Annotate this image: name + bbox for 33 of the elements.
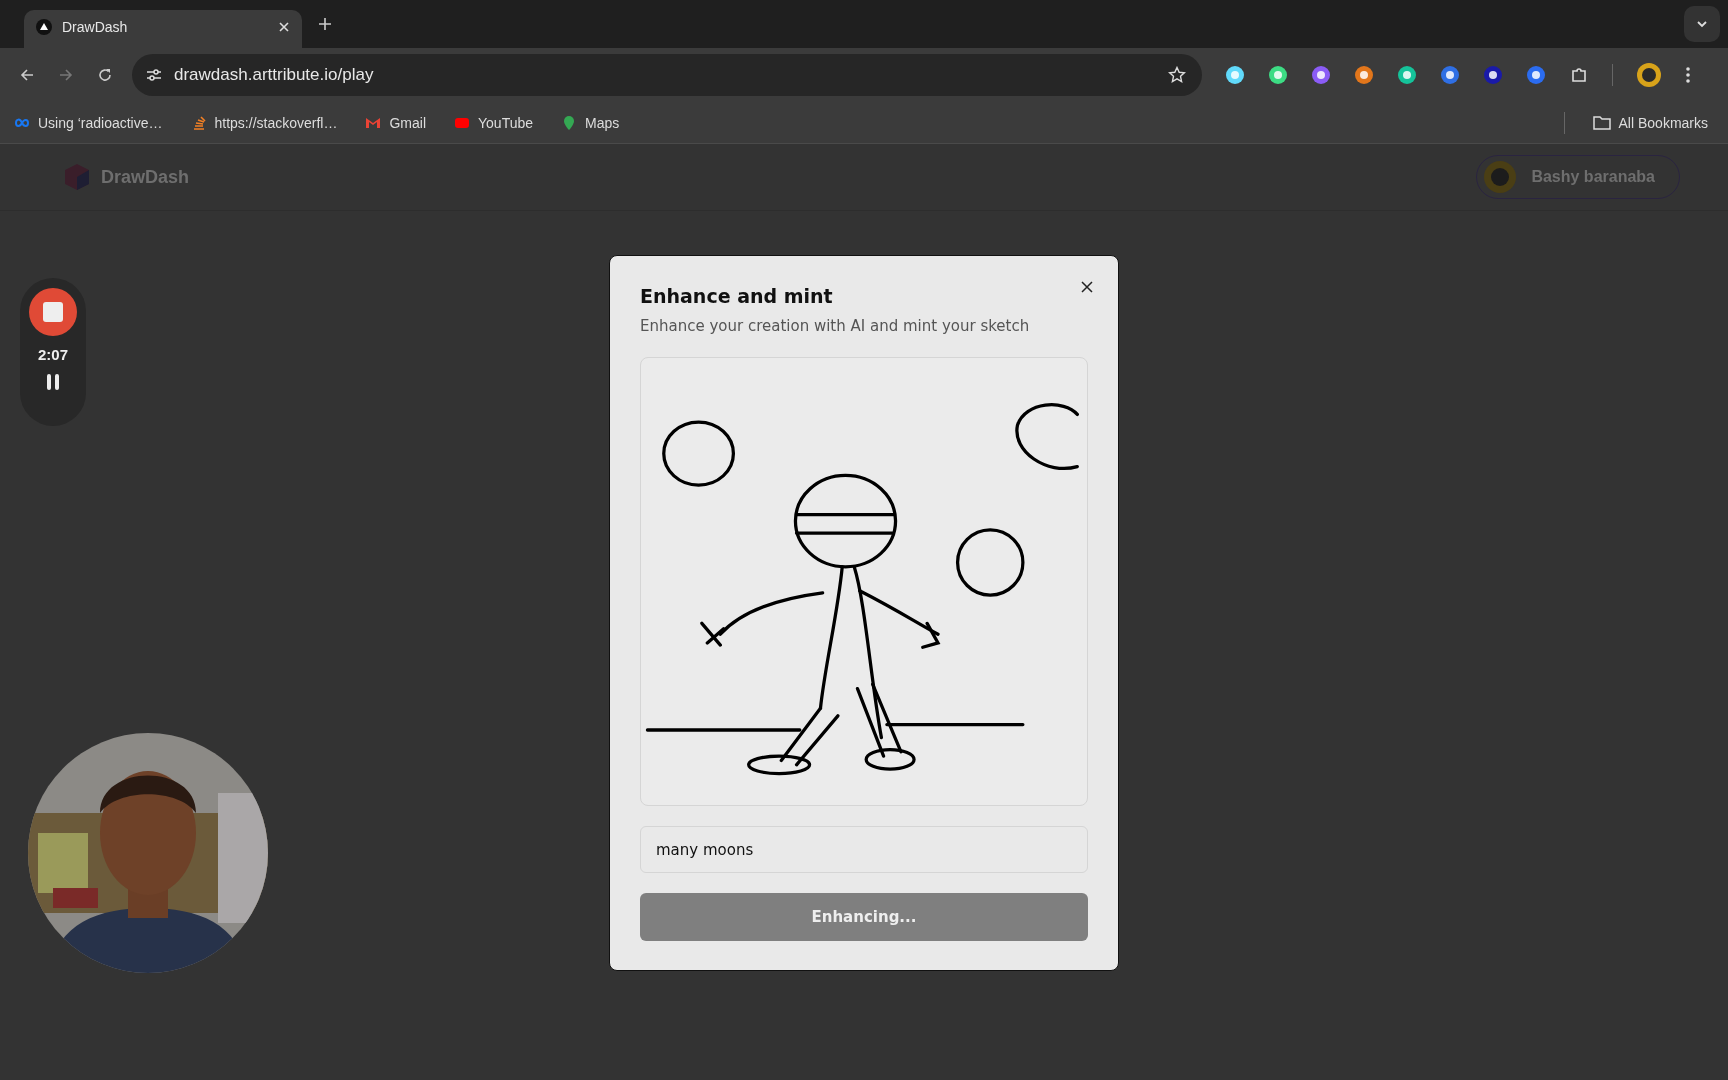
all-bookmarks-button[interactable]: All Bookmarks: [1592, 114, 1708, 131]
reload-icon[interactable]: [97, 67, 113, 83]
star-icon[interactable]: [1168, 66, 1186, 84]
back-icon[interactable]: [19, 67, 35, 83]
bookmark[interactable]: Gmail: [365, 114, 426, 131]
puzzle-icon[interactable]: [1569, 65, 1589, 85]
pin-icon: [561, 114, 577, 131]
cube-icon: [63, 163, 91, 191]
sliders-icon[interactable]: [146, 68, 162, 82]
close-icon[interactable]: [1080, 280, 1094, 294]
bookmark[interactable]: Maps: [561, 114, 620, 131]
prompt-field[interactable]: many moons: [640, 826, 1088, 874]
folder-icon: [1592, 115, 1611, 130]
target-icon[interactable]: [1526, 65, 1546, 85]
menu-icon[interactable]: [1685, 66, 1691, 84]
timer: 2:07: [38, 346, 68, 363]
avatar-icon[interactable]: [1636, 62, 1662, 88]
url-text: drawdash.arttribute.io/play: [174, 65, 374, 85]
tab-title: DrawDash: [62, 19, 129, 35]
chevron-icon: [1696, 20, 1708, 28]
bookmark[interactable]: https://stackoverfl…: [190, 114, 338, 131]
dialog-title: Enhance and mint: [640, 285, 834, 307]
bookmark[interactable]: Using ‘radioactive…: [14, 114, 163, 131]
pause-icon[interactable]: [45, 373, 61, 391]
plus-icon[interactable]: [318, 17, 332, 31]
address-bar[interactable]: drawdash.arttribute.io/play: [132, 54, 1202, 96]
bookmark[interactable]: YouTube: [454, 114, 533, 131]
forward-icon[interactable]: [58, 67, 74, 83]
avatar-icon: [1483, 160, 1518, 194]
ring-icon[interactable]: [1268, 65, 1288, 85]
browser-tab[interactable]: DrawDash: [24, 10, 302, 48]
dialog-subtitle: Enhance your creation with AI and mint your sketch: [640, 317, 1031, 335]
stop-button[interactable]: [29, 288, 77, 336]
